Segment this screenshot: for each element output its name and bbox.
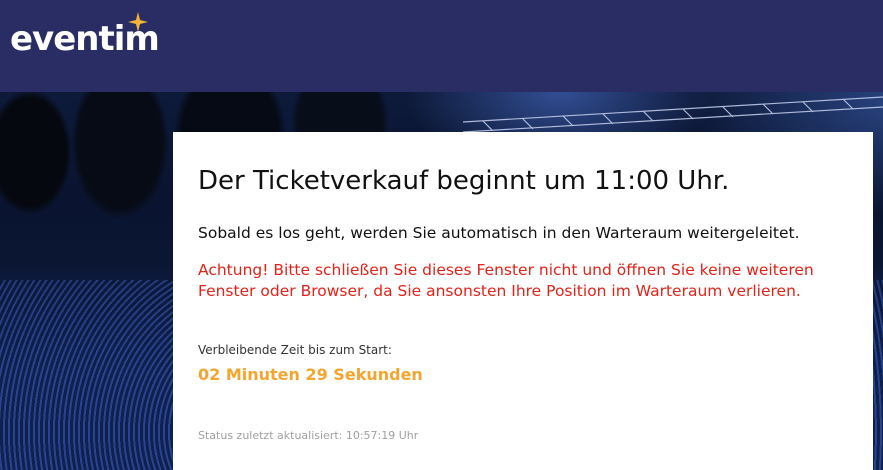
status-updated-text: Status zuletzt aktualisiert: 10:57:19 Uh… bbox=[198, 429, 419, 442]
site-header: eventim bbox=[0, 0, 883, 92]
notice-title: Der Ticketverkauf beginnt um 11:00 Uhr. bbox=[198, 166, 730, 196]
countdown-value: 02 Minuten 29 Sekunden bbox=[198, 365, 423, 384]
waiting-notice-card: Der Ticketverkauf beginnt um 11:00 Uhr. … bbox=[173, 132, 873, 470]
sparkle-star-icon bbox=[128, 12, 148, 32]
remaining-time-label: Verbleibende Zeit bis zum Start: bbox=[198, 343, 392, 357]
redirect-info: Sobald es los geht, werden Sie automatis… bbox=[198, 224, 800, 242]
warning-message: Achtung! Bitte schließen Sie dieses Fens… bbox=[198, 261, 814, 300]
